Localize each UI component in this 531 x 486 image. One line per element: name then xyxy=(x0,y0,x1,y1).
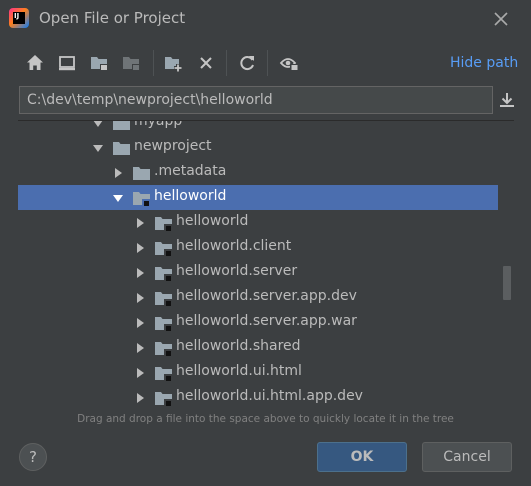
expand-right-arrow-icon[interactable] xyxy=(134,242,146,254)
home-icon xyxy=(27,55,43,70)
desktop-button[interactable] xyxy=(55,51,79,75)
ok-button[interactable]: OK xyxy=(317,442,407,472)
new-folder-button[interactable] xyxy=(162,51,186,75)
module-folder-icon xyxy=(123,57,140,71)
module-directory-button[interactable] xyxy=(120,51,144,75)
tree-row[interactable]: helloworld.server.app.dev xyxy=(18,285,498,310)
expand-right-arrow-icon[interactable] xyxy=(134,367,146,379)
title-bar: IJ Open File or Project xyxy=(0,0,531,38)
download-button[interactable] xyxy=(496,89,518,111)
tree-row-label: myapp xyxy=(134,120,183,129)
expand-right-arrow-icon[interactable] xyxy=(112,167,124,179)
new-folder-icon xyxy=(165,57,182,72)
hide-path-link[interactable]: Hide path xyxy=(450,55,518,71)
expand-down-arrow-icon[interactable] xyxy=(92,142,104,154)
tree-row[interactable]: myapp xyxy=(18,120,498,135)
refresh-button[interactable] xyxy=(235,51,259,75)
folder-icon xyxy=(113,142,130,155)
tree-row[interactable]: .metadata xyxy=(18,160,498,185)
delete-icon xyxy=(200,57,212,69)
drag-drop-hint: Drag and drop a file into the space abov… xyxy=(77,413,454,425)
expand-right-arrow-icon[interactable] xyxy=(134,267,146,279)
tree-row-label: helloworld xyxy=(176,213,249,229)
tree-row-label: .metadata xyxy=(154,163,227,179)
folder-icon xyxy=(113,121,130,130)
folder-icon xyxy=(155,292,172,307)
expand-down-arrow-icon[interactable] xyxy=(112,192,124,204)
project-directory-button[interactable] xyxy=(88,51,112,75)
tree-row[interactable]: helloworld.ui.html.app.dev xyxy=(18,385,498,409)
expand-right-arrow-icon[interactable] xyxy=(134,317,146,329)
tree-row-label: helloworld.ui.html.app.dev xyxy=(176,388,363,404)
folder-icon xyxy=(155,267,172,282)
home-button[interactable] xyxy=(23,51,47,75)
folder-icon xyxy=(155,342,172,357)
tree-row-label: helloworld.server xyxy=(176,263,298,279)
delete-button[interactable] xyxy=(194,51,218,75)
path-input[interactable]: C:\dev\temp\newproject\helloworld xyxy=(19,86,493,114)
dialog-title: Open File or Project xyxy=(39,9,186,27)
folder-icon xyxy=(155,242,172,257)
tree-row-label: newproject xyxy=(134,138,212,154)
expand-right-arrow-icon[interactable] xyxy=(134,342,146,354)
tree-row[interactable]: helloworld.server xyxy=(18,260,498,285)
app-logo-text: IJ xyxy=(13,12,25,24)
toolbar-separator xyxy=(153,50,154,76)
close-button[interactable] xyxy=(488,6,514,32)
download-icon xyxy=(500,93,514,107)
folder-icon xyxy=(155,217,172,232)
show-hidden-icon xyxy=(279,58,299,72)
folder-icon xyxy=(133,192,150,207)
folder-icon xyxy=(155,317,172,332)
cancel-button[interactable]: Cancel xyxy=(422,442,512,472)
file-tree[interactable]: myapp newproject .metadata helloworld hellow… xyxy=(18,120,514,409)
tree-row[interactable]: helloworld.server.app.war xyxy=(18,310,498,335)
toolbar-separator xyxy=(267,50,268,76)
expand-right-arrow-icon[interactable] xyxy=(134,217,146,229)
tree-row-label: helloworld.shared xyxy=(176,338,301,354)
desktop-icon xyxy=(59,56,75,71)
close-icon xyxy=(494,12,508,26)
tree-row[interactable]: helloworld.client xyxy=(18,235,498,260)
project-folder-icon xyxy=(91,57,108,71)
intellij-logo-icon: IJ xyxy=(9,8,29,28)
folder-icon xyxy=(155,392,172,407)
tree-row-label: helloworld.ui.html xyxy=(176,363,302,379)
tree-row[interactable]: helloworld xyxy=(18,210,498,235)
expand-right-arrow-icon[interactable] xyxy=(134,392,146,404)
toolbar-separator xyxy=(226,50,227,76)
tree-row-label: helloworld xyxy=(154,188,227,204)
tree-scrollbar-thumb[interactable] xyxy=(503,266,511,300)
help-button[interactable]: ? xyxy=(19,443,47,471)
show-hidden-files-button[interactable] xyxy=(278,51,302,75)
tree-row[interactable]: helloworld.ui.html xyxy=(18,360,498,385)
folder-icon xyxy=(155,367,172,382)
refresh-icon xyxy=(240,56,254,71)
tree-row[interactable]: helloworld xyxy=(18,185,498,210)
folder-icon xyxy=(133,167,150,180)
tree-row-label: helloworld.server.app.dev xyxy=(176,288,357,304)
expand-down-arrow-icon[interactable] xyxy=(92,120,104,129)
tree-row-label: helloworld.client xyxy=(176,238,292,254)
tree-row[interactable]: helloworld.shared xyxy=(18,335,498,360)
tree-row[interactable]: newproject xyxy=(18,135,498,160)
expand-right-arrow-icon[interactable] xyxy=(134,292,146,304)
tree-row-label: helloworld.server.app.war xyxy=(176,313,357,329)
